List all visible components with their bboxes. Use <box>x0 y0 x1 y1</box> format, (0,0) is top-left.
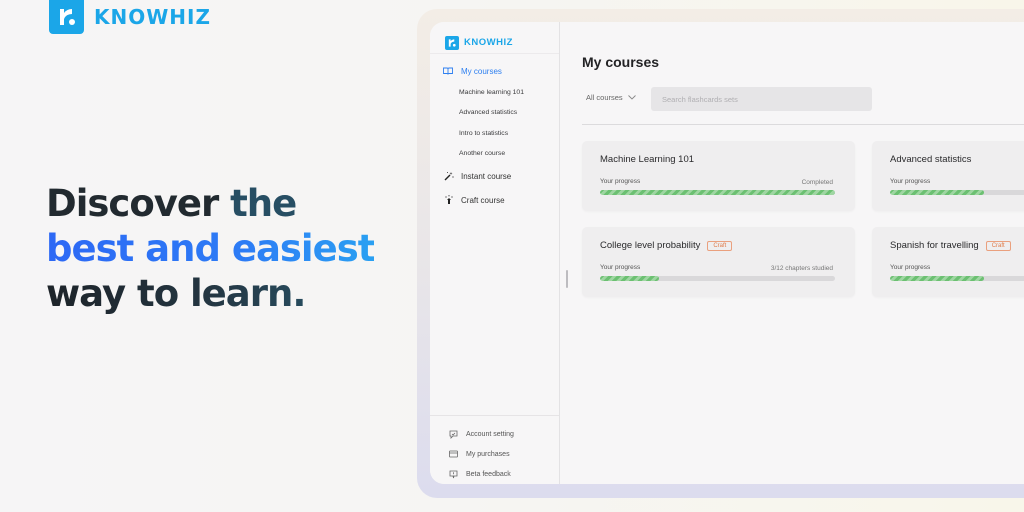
app-window: KNOWHIZ My courses Machine learning 101 … <box>430 22 1024 484</box>
course-title: Spanish for travelling <box>890 240 979 251</box>
credit-card-icon <box>449 450 458 458</box>
sidebar-brand: KNOWHIZ <box>464 37 513 48</box>
feedback-icon <box>449 470 458 479</box>
progress-status: Completed <box>801 179 833 186</box>
course-title: College level probability <box>600 240 701 251</box>
progress-bar <box>600 190 835 195</box>
progress-label: Your progress <box>890 178 931 185</box>
sidebar-item-beta-feedback[interactable]: Beta feedback <box>430 464 559 484</box>
sidebar-item-label: Beta feedback <box>466 470 511 478</box>
headline-line1-b: the <box>218 182 297 225</box>
sidebar-item-label: Craft course <box>461 195 505 205</box>
progress-fill <box>890 276 984 281</box>
progress-fill <box>890 190 984 195</box>
knowhiz-logo-icon <box>49 0 84 34</box>
progress-bar <box>600 276 835 281</box>
headline-line3: way to learn. <box>46 271 374 316</box>
filter-selected-value: All courses <box>586 93 623 102</box>
progress-bar <box>890 276 1024 281</box>
search-input[interactable] <box>651 87 872 111</box>
sidebar-course-item[interactable]: Advanced statistics <box>430 103 559 124</box>
course-card[interactable]: College level probability Craft Your prog… <box>582 227 855 297</box>
course-card[interactable]: Advanced statistics Your progress <box>872 141 1024 211</box>
course-card[interactable]: Spanish for travelling Craft Your progres… <box>872 227 1024 297</box>
headline-line2: best and easiest <box>46 227 375 270</box>
craft-badge: Craft <box>985 240 1011 251</box>
sparkle-hand-icon <box>444 195 454 205</box>
main-content: My courses All courses Machine Learning … <box>560 22 1024 484</box>
knowhiz-logo-icon <box>445 35 459 50</box>
sidebar: KNOWHIZ My courses Machine learning 101 … <box>430 22 560 484</box>
course-title: Advanced statistics <box>890 154 972 165</box>
page-title: My courses <box>582 54 660 70</box>
progress-label: Your progress <box>890 264 931 271</box>
hero-headline: Discover the best and easiest way to lea… <box>46 181 375 316</box>
chevron-down-icon <box>627 95 636 100</box>
progress-bar <box>890 190 1024 195</box>
sidebar-course-item[interactable]: Intro to statistics <box>430 123 559 144</box>
sidebar-item-my-purchases[interactable]: My purchases <box>430 444 559 464</box>
progress-fill <box>600 276 659 281</box>
book-open-icon <box>443 67 453 75</box>
sidebar-course-item[interactable]: Another course <box>430 144 559 165</box>
sidebar-item-label: My courses <box>461 66 502 76</box>
course-card[interactable]: Machine Learning 101 Your progress Compl… <box>582 141 855 211</box>
course-title: Machine Learning 101 <box>600 154 695 165</box>
sidebar-item-label: Account setting <box>466 430 514 438</box>
progress-label: Your progress <box>600 264 641 271</box>
progress-status: 3/12 chapters studied <box>770 265 833 272</box>
craft-badge: Craft <box>707 240 733 251</box>
sidebar-logo[interactable]: KNOWHIZ <box>430 22 559 54</box>
sidebar-item-instant-course[interactable]: Instant course <box>430 164 559 188</box>
sidebar-item-label: Instant course <box>461 171 512 181</box>
sidebar-item-my-courses[interactable]: My courses <box>430 60 559 82</box>
sidebar-item-craft-course[interactable]: Craft course <box>430 188 559 212</box>
progress-fill <box>600 190 835 195</box>
magic-wand-icon <box>444 171 454 181</box>
sidebar-resize-handle[interactable] <box>566 270 568 288</box>
sidebar-item-label: My purchases <box>466 450 510 458</box>
progress-label: Your progress <box>600 178 641 185</box>
sidebar-course-item[interactable]: Machine learning 101 <box>430 82 559 103</box>
sidebar-item-account-setting[interactable]: Account setting <box>430 424 559 444</box>
course-filter-dropdown[interactable]: All courses <box>586 93 636 102</box>
brand-name: KNOWHIZ <box>94 5 211 29</box>
app-frame: KNOWHIZ My courses Machine learning 101 … <box>417 9 1024 498</box>
headline-line1-a: Discover <box>46 182 219 225</box>
divider <box>582 124 1024 125</box>
hero-logo: KNOWHIZ <box>49 0 211 34</box>
account-setting-icon <box>449 430 458 439</box>
sidebar-bottom: Account setting My purchases Beta feedba… <box>430 415 559 484</box>
